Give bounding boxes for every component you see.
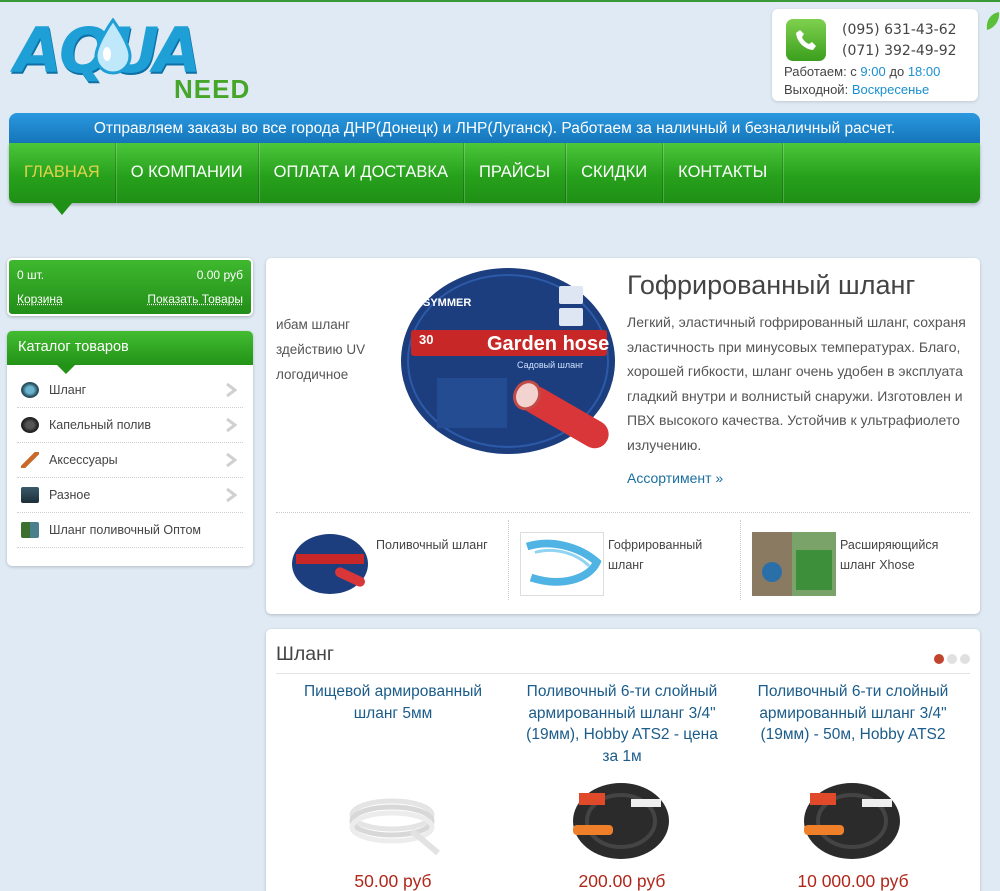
product-image[interactable]	[571, 781, 671, 861]
catalog-item-label: Аксессуары	[49, 453, 118, 467]
slide-title[interactable]: Гофрированный шланг	[627, 270, 915, 301]
menu-item-payment-delivery[interactable]: Оплата и доставка	[259, 143, 464, 203]
product-card: Поливочный 6-ти слойный армированный шла…	[509, 681, 735, 891]
day-off: Выходной: Воскресенье	[784, 82, 929, 97]
slide-product-image[interactable]: 30 Garden hose Садовый шланг SYMMER	[399, 266, 617, 456]
shipping-notice: Отправляем заказы во все города ДНР(Доне…	[9, 113, 980, 145]
desc-line: эластичность при минусовых температурах.…	[627, 338, 961, 355]
phone-number-2[interactable]: (071) 392-49-92	[842, 43, 957, 59]
section-divider	[276, 673, 970, 674]
product-price: 200.00 руб	[578, 871, 666, 891]
carousel-dot-active[interactable]	[934, 654, 944, 664]
desc-line: гладкий внутри и волнистый снаружи. Изго…	[627, 387, 963, 404]
catalog-item-hose[interactable]: Шланг	[17, 373, 243, 408]
site-logo[interactable]: AQUA NEED	[14, 10, 254, 104]
product-image[interactable]	[802, 781, 902, 861]
product-price: 10 000.00 руб	[797, 871, 909, 891]
contact-box: (095) 631-43-62 (071) 392-49-92 Работаем…	[772, 9, 978, 101]
disc-brand: SYMMER	[423, 297, 471, 309]
thumb-caption: Гофрированный шланг	[608, 538, 703, 572]
wholesale-icon	[21, 522, 39, 538]
dayoff-label: Выходной:	[784, 82, 849, 97]
chevron-right-icon	[226, 383, 237, 397]
catalog-title: Каталог товаров	[7, 331, 253, 374]
prev-line: здействию UV	[276, 342, 366, 357]
menu-item-contacts[interactable]: Контакты	[663, 143, 784, 203]
product-name[interactable]: Пищевой армированный шланг 5мм	[280, 681, 506, 724]
carousel-dot[interactable]	[960, 654, 970, 664]
products-section: Шланг Пищевой армированный шланг 5мм 50.…	[266, 629, 980, 891]
catalog-item-drip[interactable]: Капельный полив	[17, 408, 243, 443]
catalog-item-accessories[interactable]: Аксессуары	[17, 443, 243, 478]
prev-line: логодичное	[276, 367, 349, 382]
catalog-item-wholesale[interactable]: Шланг поливочный Оптом	[17, 513, 243, 548]
catalog-item-label: Капельный полив	[49, 418, 152, 432]
chevron-right-icon	[226, 418, 237, 432]
disc-subtitle: Садовый шланг	[517, 360, 584, 370]
slide-description: Легкий, эластичный гофрированный шланг, …	[627, 310, 977, 457]
working-hours: Работаем: с 9:00 до 18:00	[784, 64, 940, 79]
main-menu: Главная О компании Оплата и доставка Пра…	[9, 143, 980, 215]
thumb-image	[288, 532, 372, 596]
water-drop-icon	[94, 18, 132, 75]
catalog-panel: Каталог товаров Шланг Капельный полив Ак…	[7, 331, 253, 566]
slider-thumb[interactable]: Расширяющийся шланг Xhose	[740, 520, 970, 600]
accessory-icon	[21, 452, 39, 468]
leaf-icon	[986, 12, 1000, 30]
misc-icon	[21, 487, 39, 503]
slider-thumb-active[interactable]: Гофрированный шланг	[508, 520, 738, 600]
assortment-link[interactable]: Ассортимент »	[627, 470, 723, 486]
dayoff-value: Воскресенье	[851, 82, 930, 97]
prev-line: ибам шланг	[276, 317, 351, 332]
product-card: Поливочный 6-ти слойный армированный шла…	[740, 681, 966, 891]
show-products-link[interactable]: Показать Товары	[147, 292, 243, 306]
menu-item-about[interactable]: О компании	[116, 143, 259, 203]
thumb-image	[520, 532, 604, 596]
product-name[interactable]: Поливочный 6-ти слойный армированный шла…	[740, 681, 966, 746]
logo-subtext: NEED	[174, 74, 251, 104]
cart-sum: 0.00 руб	[196, 268, 243, 282]
catalog-item-label: Разное	[49, 488, 91, 502]
menu-item-prices[interactable]: Прайсы	[464, 143, 567, 203]
hose-icon	[21, 382, 39, 398]
menu-item-discounts[interactable]: Скидки	[566, 143, 664, 203]
disc-title: Garden hose	[487, 333, 609, 355]
cart-link[interactable]: Корзина	[17, 292, 63, 306]
section-title: Шланг	[276, 643, 334, 665]
desc-line: Легкий, эластичный гофрированный шланг, …	[627, 314, 966, 330]
thumb-caption: Поливочный шланг	[376, 538, 488, 552]
disc-length: 30	[419, 332, 433, 347]
thumbs-divider	[276, 512, 970, 513]
carousel-dot[interactable]	[947, 654, 957, 664]
menu-item-home[interactable]: Главная	[9, 143, 116, 215]
product-image[interactable]	[342, 781, 442, 861]
catalog-item-label: Шланг поливочный Оптом	[49, 523, 202, 537]
featured-slider: ибам шланг здействию UV логодичное 30 Ga…	[266, 258, 980, 614]
product-card: Пищевой армированный шланг 5мм 50.00 руб	[280, 681, 506, 891]
desc-line: хорошей гибкости, шланг очень удобен в э…	[627, 363, 963, 379]
thumb-caption: Расширяющийся шланг Xhose	[840, 538, 939, 572]
cart-widget: 0 шт. 0.00 руб Корзина Показать Товары	[7, 258, 253, 316]
chevron-right-icon	[226, 488, 237, 502]
phone-number-1[interactable]: (095) 631-43-62	[842, 22, 957, 38]
hours-label: Работаем: с	[784, 64, 857, 79]
previous-slide-text: ибам шланг здействию UV логодичное	[276, 312, 376, 387]
catalog-item-label: Шланг	[49, 383, 87, 397]
hours-mid: до	[889, 64, 905, 79]
phone-icon	[786, 19, 826, 61]
product-price: 50.00 руб	[354, 871, 432, 891]
desc-line: излучению.	[627, 436, 702, 453]
hours-from: 9:00	[860, 64, 886, 79]
desc-line: ПВХ высокого качества. Устойчив к ультра…	[627, 412, 960, 428]
catalog-item-misc[interactable]: Разное	[17, 478, 243, 513]
hours-to: 18:00	[907, 64, 941, 79]
product-name[interactable]: Поливочный 6-ти слойный армированный шла…	[509, 681, 735, 767]
thumb-image	[752, 532, 836, 596]
slider-thumb[interactable]: Поливочный шланг	[276, 520, 502, 600]
top-border	[0, 0, 1000, 2]
chevron-right-icon	[226, 453, 237, 467]
cart-qty: 0 шт.	[17, 268, 45, 282]
carousel-dots	[934, 654, 970, 664]
drip-icon	[21, 417, 39, 433]
